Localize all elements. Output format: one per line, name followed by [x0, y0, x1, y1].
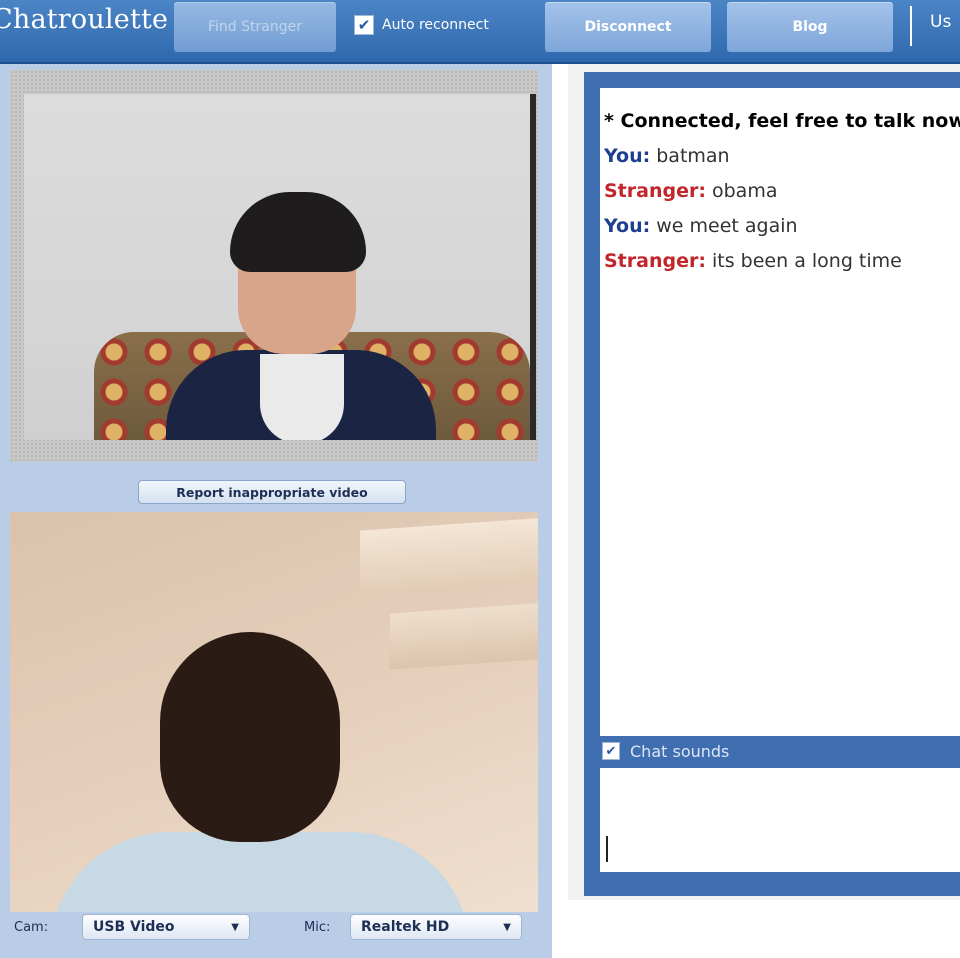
- message-sender: Stranger:: [604, 180, 706, 202]
- mic-select[interactable]: Realtek HD ▼: [350, 914, 522, 940]
- nav-separator: [910, 6, 912, 46]
- message-text: its been a long time: [712, 250, 902, 272]
- disconnect-button[interactable]: Disconnect: [545, 2, 711, 52]
- chevron-down-icon: ▼: [503, 921, 511, 933]
- message-sender: You:: [604, 215, 651, 237]
- chat-message: You: we meet again: [604, 209, 960, 244]
- user-link[interactable]: Us: [930, 12, 951, 32]
- top-bar: Chatroulette Find Stranger ✔ Auto reconn…: [0, 0, 960, 64]
- chat-message: Stranger: obama: [604, 174, 960, 209]
- self-body: [50, 832, 470, 912]
- message-text: we meet again: [656, 215, 798, 237]
- chat-status-message: * Connected, feel free to talk now: [604, 110, 960, 132]
- chat-sounds-toggle[interactable]: ✔ Chat sounds: [600, 738, 960, 764]
- self-face: [160, 632, 340, 842]
- stranger-video-frame: [10, 70, 538, 462]
- wall-shelf: [360, 517, 538, 593]
- auto-reconnect-toggle[interactable]: ✔ Auto reconnect: [354, 12, 489, 38]
- chat-sounds-checkbox[interactable]: ✔: [602, 742, 620, 760]
- message-text: obama: [712, 180, 778, 202]
- text-caret: [606, 836, 608, 862]
- auto-reconnect-label: Auto reconnect: [382, 17, 489, 33]
- cam-select[interactable]: USB Video ▼: [82, 914, 250, 940]
- message-text: batman: [656, 145, 730, 167]
- message-sender: Stranger:: [604, 250, 706, 272]
- mic-select-value: Realtek HD: [361, 919, 450, 935]
- chat-panel: * Connected, feel free to talk now You: …: [568, 64, 960, 900]
- blog-button[interactable]: Blog: [727, 2, 893, 52]
- device-controls: Cam: USB Video ▼ Mic: Realtek HD ▼: [0, 910, 552, 958]
- chat-message: Stranger: its been a long time: [604, 244, 960, 279]
- cam-label: Cam:: [14, 920, 49, 935]
- stranger-hair: [230, 192, 366, 272]
- self-video: [10, 512, 538, 912]
- site-logo: Chatroulette: [0, 4, 169, 35]
- cam-select-value: USB Video: [93, 919, 175, 935]
- mic-label: Mic:: [304, 920, 331, 935]
- find-stranger-button[interactable]: Find Stranger: [174, 2, 336, 52]
- chevron-down-icon: ▼: [231, 921, 239, 933]
- wall-shelf: [390, 602, 538, 670]
- report-video-button[interactable]: Report inappropriate video: [138, 480, 406, 504]
- stranger-shirt: [260, 354, 344, 440]
- chat-input[interactable]: [600, 768, 960, 872]
- chat-frame: * Connected, feel free to talk now You: …: [584, 72, 960, 896]
- chat-sounds-label: Chat sounds: [630, 741, 730, 761]
- video-panel: Report inappropriate video Cam: USB Vide…: [0, 64, 552, 958]
- chat-log: * Connected, feel free to talk now You: …: [600, 88, 960, 736]
- auto-reconnect-checkbox[interactable]: ✔: [354, 15, 374, 35]
- chat-message: You: batman: [604, 139, 960, 174]
- stranger-video: [24, 94, 536, 440]
- message-sender: You:: [604, 145, 651, 167]
